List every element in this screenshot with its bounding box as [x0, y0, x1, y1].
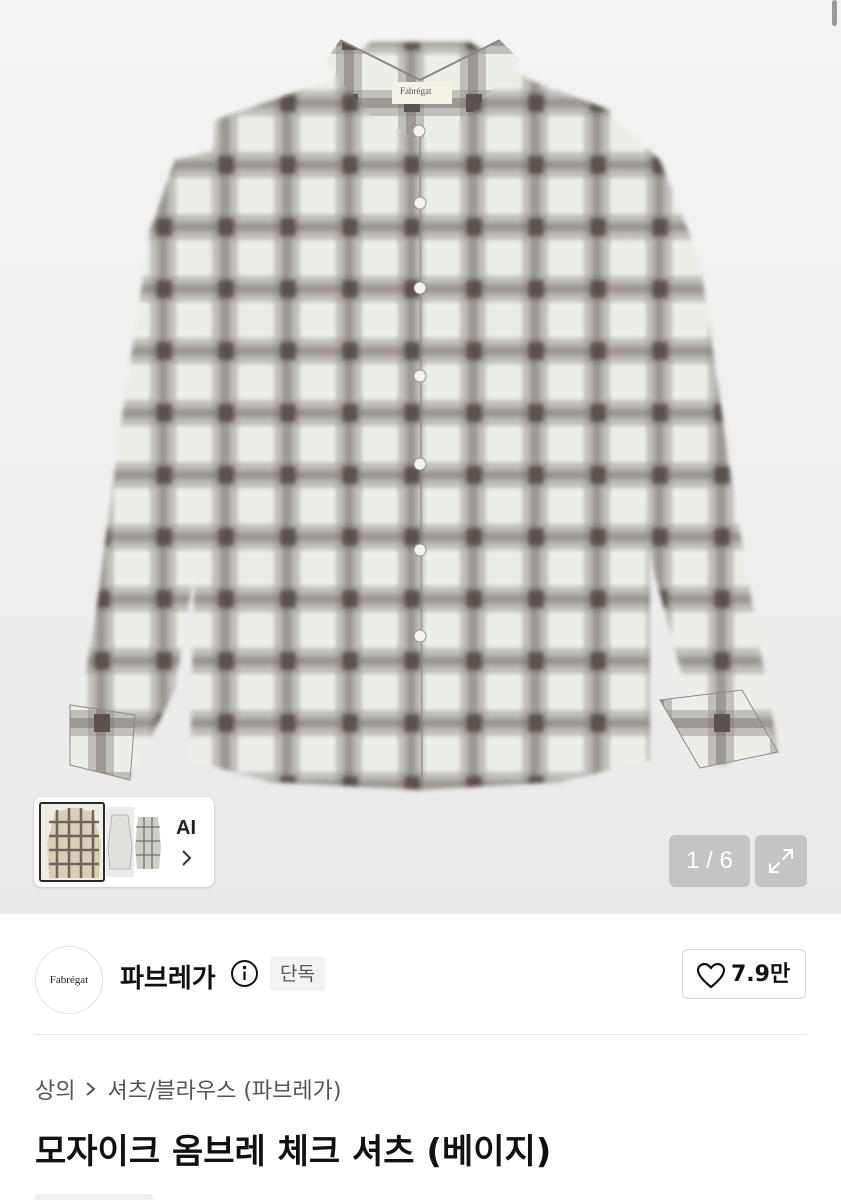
shirt-label-text: Fabrégat — [400, 86, 432, 96]
image-page-counter: 1 / 6 — [669, 835, 750, 887]
expand-image-button[interactable] — [755, 835, 807, 887]
breadcrumb-item-top[interactable]: 상의 — [35, 1073, 75, 1105]
brand-name[interactable]: 파브레가 — [120, 958, 216, 995]
like-button[interactable]: 7.9만 — [682, 949, 806, 999]
ai-similar-thumbnails[interactable]: AI — [34, 797, 214, 887]
ai-label: AI — [176, 817, 196, 839]
thumbnail-2[interactable] — [106, 807, 134, 877]
chevron-right-icon — [86, 1082, 97, 1096]
thumbnail-selected[interactable] — [39, 802, 105, 882]
like-count: 7.9만 — [731, 962, 791, 987]
brand-logo[interactable]: Fabrégat — [35, 946, 103, 1014]
product-image-gallery[interactable]: Fabrégat AI 1 / 6 — [0, 0, 841, 914]
section-divider — [35, 1034, 807, 1035]
breadcrumb: 상의 셔츠/블라우스 (파브레가) — [35, 1072, 341, 1106]
heart-icon — [697, 963, 725, 989]
expand-icon — [769, 849, 793, 873]
breadcrumb-item-category[interactable]: 셔츠/블라우스 (파브레가) — [107, 1073, 341, 1105]
product-title: 모자이크 옴브레 체크 셔츠 (베이지) — [35, 1132, 552, 1172]
thumbnail-3[interactable] — [134, 811, 162, 873]
product-image — [69, 39, 779, 790]
brand-row: Fabrégat 파브레가 단독 7.9만 — [0, 914, 841, 1034]
brand-logo-text: Fabrégat — [49, 974, 89, 986]
info-icon[interactable] — [230, 959, 259, 988]
next-section-edge — [35, 1194, 153, 1200]
exclusive-badge: 단독 — [270, 957, 325, 991]
chevron-right-icon — [182, 850, 192, 866]
